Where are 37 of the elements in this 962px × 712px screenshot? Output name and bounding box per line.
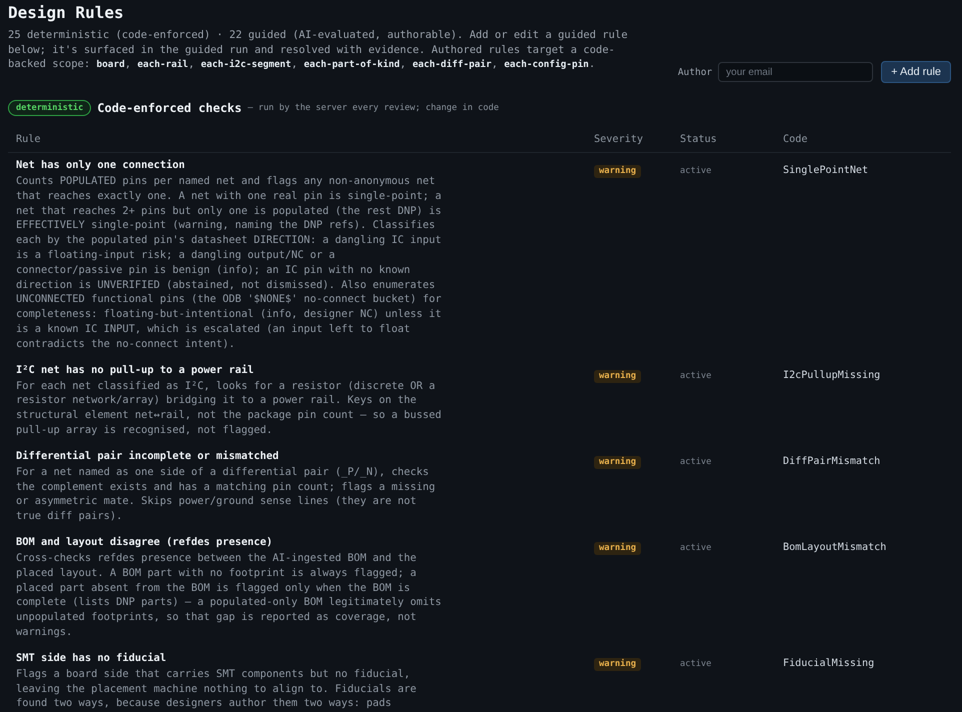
rule-code: I2cPullupMissing xyxy=(783,370,880,381)
rule-title: Differential pair incomplete or mismatched xyxy=(16,448,280,464)
section-title: Code-enforced checks xyxy=(97,101,242,115)
rule-title: BOM and layout disagree (refdes presence) xyxy=(16,534,274,550)
email-field[interactable]: your email xyxy=(718,62,874,82)
rule-description: Cross-checks refdes presence between the AI-ingested BOM and the placed layout. A BOM part with no footprint is always flagged; a placed part absent from the BOM is flagged only when the BOM is complete (lists DNP parts) — a populated-only BOM legitimately omits unpopulated footprints, so that gap is reported as coverage, not warnings. xyxy=(16,550,442,640)
severity-badge: warning xyxy=(594,542,642,555)
column-header: Code xyxy=(783,134,808,145)
section-note: — run by the server every review; change in code xyxy=(248,103,499,113)
status-text: active xyxy=(680,542,712,553)
column-header: Rule xyxy=(16,134,41,145)
rule-title: Net has only one connection xyxy=(16,158,186,173)
severity-badge: warning xyxy=(594,165,642,178)
rule-description: For a net named as one side of a differential pair (_P/_N), checks the complement exists and has a matching pin count; flags a missing or asymmetric mate. Skips power/ground sense lines (they are not true diff pairs). xyxy=(16,464,436,524)
column-header: Status xyxy=(680,134,717,145)
summary-text: 25 deterministic (code-enforced) · 22 guided (AI-evaluated, authorable). Add or edit a guided rule below; it's surfaced in the guided run and resolved with evidence. Authored rules target a code-backed scope: board, each-rail, each-i2c-segment, each-part-of-kind, each-diff-pair, each-config-pin. xyxy=(8,28,629,72)
rule-code: DiffPairMismatch xyxy=(783,456,880,467)
status-text: active xyxy=(680,456,712,467)
mode-badge: deterministic xyxy=(8,100,92,116)
status-text: active xyxy=(680,370,712,381)
page-title: Design Rules xyxy=(8,3,125,23)
rule-description: Flags a board side that carries SMT components but no fiducial, leaving the placement machine nothing to align to. Fiducials are found two ways, because designers author them two ways: pads xyxy=(16,666,418,712)
add-rule-button[interactable]: + Add rule xyxy=(881,61,951,83)
severity-badge: warning xyxy=(594,456,642,469)
rule-code: FiducialMissing xyxy=(783,658,874,669)
severity-badge: warning xyxy=(594,658,642,671)
rule-description: Counts POPULATED pins per named net and flags any non-anonymous net that reaches exactly one. A net with one real pin is single-point; a net that reaches 2+ pins but only one is populated (the rest DNP) is EFFECTIVELY single-point (warning, naming the DNP refs). Classifies each by the populated pin's datasheet DIRECTION: a dangling IC input is a floating-input risk; a dangling output/NC or a connector/passive pin is benign (info); an IC pin with no known direction is UNVERIFIED (abstained, not dismissed). Also enumerates UNCONNECTED functional pins (the ODB '$NONE$' no-connect bucket) for completeness: floating-but-intentional (info, designer NC) unless it is a known IC INPUT, which is escalated (an input left to float contradicts the no-connect intent). xyxy=(16,174,442,352)
author-label: Author xyxy=(678,66,712,78)
status-text: active xyxy=(680,166,712,176)
rule-title: I²C net has no pull-up to a power rail xyxy=(16,362,255,378)
rule-title: SMT side has no fiducial xyxy=(16,650,168,666)
column-header: Severity xyxy=(594,134,644,145)
rule-code: SinglePointNet xyxy=(783,165,868,176)
severity-badge: warning xyxy=(594,370,642,383)
status-text: active xyxy=(680,658,712,669)
rule-code: BomLayoutMismatch xyxy=(783,542,886,553)
rule-description: For each net classified as I²C, looks for a resistor (discrete OR a resistor network/array) bridging it to a power rail. Keys on the structural element net↔rail, not the package pin count — so a bussed pull-up array is recognised, not flagged. xyxy=(16,378,442,438)
